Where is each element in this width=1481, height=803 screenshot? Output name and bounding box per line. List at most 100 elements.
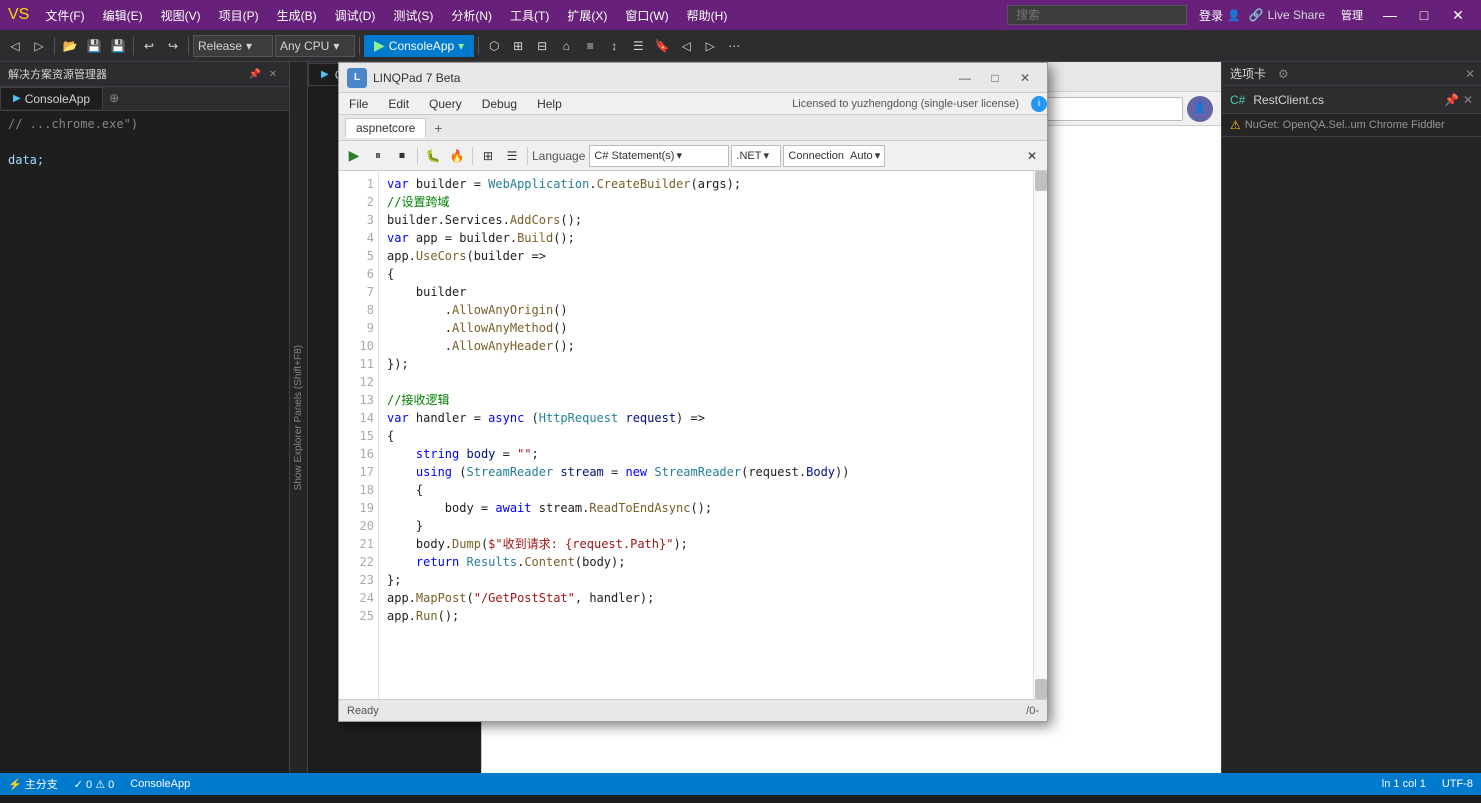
platform-chevron: ▾ xyxy=(333,39,339,53)
linqpad-logo: L xyxy=(347,68,367,88)
menu-extensions[interactable]: 扩展(X) xyxy=(559,3,615,28)
statusbar-branch[interactable]: ⚡ 主分支 xyxy=(8,776,58,792)
play-icon: ▶ xyxy=(374,37,385,54)
toolbar-btn10[interactable]: ▷ xyxy=(699,35,721,57)
editor-scrollbar[interactable] xyxy=(1033,171,1047,699)
lq-conn-chevron: ▾ xyxy=(875,149,881,162)
toolbar-btn11[interactable]: ⋯ xyxy=(723,35,745,57)
lq-dotnet-dropdown[interactable]: .NET ▾ xyxy=(731,145,781,167)
live-share-label: Live Share xyxy=(1268,8,1325,22)
panel-close-btn[interactable]: ✕ xyxy=(265,66,281,82)
toolbar-back-btn[interactable]: ◁ xyxy=(4,35,26,57)
release-dropdown[interactable]: Release ▾ xyxy=(193,35,273,57)
explorer-strip-label[interactable]: Show Explorer Panels (Shift+F8) xyxy=(293,345,304,490)
menu-project[interactable]: 项目(P) xyxy=(211,3,267,28)
vs-logo: VS xyxy=(8,6,29,24)
toolbar-btn7[interactable]: ☰ xyxy=(627,35,649,57)
toolbar-btn5[interactable]: ≡ xyxy=(579,35,601,57)
lq-debug-btn[interactable]: 🐛 xyxy=(422,145,444,167)
line-numbers: 12345 678910 1112131415 1617181920 21222… xyxy=(339,171,379,699)
toolbar-redo-btn[interactable]: ↪ xyxy=(162,35,184,57)
solution-panel-titlebar: 解决方案资源管理器 📌 ✕ xyxy=(0,62,289,87)
sep1 xyxy=(54,37,55,55)
close-btn[interactable]: ✕ xyxy=(1443,5,1473,25)
right-panel-pin-btn[interactable]: 📌 xyxy=(1444,93,1459,107)
lq-fire-btn[interactable]: 🔥 xyxy=(446,145,468,167)
browser-profile-btn[interactable]: 👤 xyxy=(1187,96,1213,122)
vs-code-line1: // ...chrome.exe") xyxy=(8,115,281,133)
lq-menu-edit[interactable]: Edit xyxy=(378,95,419,113)
panel-titlebar-btns: 📌 ✕ xyxy=(247,66,281,82)
lq-language-label: Language xyxy=(532,149,585,163)
menu-window[interactable]: 窗口(W) xyxy=(617,3,676,28)
right-panel-file-close-btn[interactable]: ✕ xyxy=(1463,93,1473,107)
menu-analyze[interactable]: 分析(N) xyxy=(443,3,500,28)
run-button[interactable]: ▶ ConsoleApp ▾ xyxy=(364,35,474,57)
lq-pause-btn[interactable]: ⏸ xyxy=(367,145,389,167)
code-line-6: { xyxy=(387,265,1025,283)
scrollbar-thumb-top xyxy=(1035,171,1047,191)
right-panel-close-btn[interactable]: ✕ xyxy=(1465,67,1475,81)
toolbar-btn1[interactable]: ⬡ xyxy=(483,35,505,57)
live-share-btn[interactable]: 🔗 Live Share xyxy=(1241,8,1333,22)
lq-language-dropdown[interactable]: C# Statement(s) ▾ xyxy=(589,145,729,167)
linqpad-maximize[interactable]: □ xyxy=(981,68,1009,88)
code-content[interactable]: var builder = WebApplication.CreateBuild… xyxy=(379,171,1033,699)
right-panel-settings-icon[interactable]: ⚙ xyxy=(1278,67,1289,81)
minimize-btn[interactable]: — xyxy=(1375,5,1405,25)
live-share-icon: 🔗 xyxy=(1249,8,1264,22)
panel-pin-btn[interactable]: 📌 xyxy=(247,66,263,82)
manage-btn[interactable]: 管理 xyxy=(1341,7,1363,23)
toolbar-open-btn[interactable]: 📂 xyxy=(59,35,81,57)
menu-build[interactable]: 生成(B) xyxy=(269,3,325,28)
toolbar-save-btn[interactable]: 💾 xyxy=(83,35,105,57)
linqpad-editor: 12345 678910 1112131415 1617181920 21222… xyxy=(339,171,1047,699)
code-line-20: } xyxy=(387,517,1025,535)
code-line-18: { xyxy=(387,481,1025,499)
toolbar-btn4[interactable]: ⌂ xyxy=(555,35,577,57)
lq-grid2-btn[interactable]: ☰ xyxy=(501,145,523,167)
linqpad-new-tab[interactable]: + xyxy=(428,118,448,138)
linqpad-minimize[interactable]: — xyxy=(951,68,979,88)
menu-help[interactable]: 帮助(H) xyxy=(679,3,736,28)
lq-menu-help[interactable]: Help xyxy=(527,95,572,113)
code-line-24: app.MapPost("/GetPostStat", handler); xyxy=(387,589,1025,607)
code-line-11: }); xyxy=(387,355,1025,373)
toolbar-btn8[interactable]: 🔖 xyxy=(651,35,673,57)
lq-menu-file[interactable]: File xyxy=(339,95,378,113)
toolbar-forward-btn[interactable]: ▷ xyxy=(28,35,50,57)
vs-search-input[interactable] xyxy=(1007,5,1187,25)
linqpad-close[interactable]: ✕ xyxy=(1011,68,1039,88)
code-line-25: app.Run(); xyxy=(387,607,1025,625)
menu-file[interactable]: 文件(F) xyxy=(37,3,92,28)
platform-dropdown[interactable]: Any CPU ▾ xyxy=(275,35,355,57)
toolbar-undo-btn[interactable]: ↩ xyxy=(138,35,160,57)
lq-grid1-btn[interactable]: ⊞ xyxy=(477,145,499,167)
lq-connection-dropdown[interactable]: Connection Auto ▾ xyxy=(783,145,885,167)
menu-test[interactable]: 测试(S) xyxy=(385,3,441,28)
menu-edit[interactable]: 编辑(E) xyxy=(95,3,151,28)
toolbar-btn3[interactable]: ⊟ xyxy=(531,35,553,57)
lq-stop-btn[interactable]: ⏹ xyxy=(391,145,413,167)
toolbar-btn2[interactable]: ⊞ xyxy=(507,35,529,57)
toolbar-btn6[interactable]: ↕ xyxy=(603,35,625,57)
code-line-12 xyxy=(387,373,1025,391)
toolbar-saveall-btn[interactable]: 💾 xyxy=(107,35,129,57)
maximize-btn[interactable]: □ xyxy=(1409,5,1439,25)
run-label: ConsoleApp xyxy=(389,39,454,53)
tab-consolapp[interactable]: ▶ ConsoleApp xyxy=(0,87,103,109)
lq-menu-query[interactable]: Query xyxy=(419,95,472,113)
lq-license: Licensed to yuzhengdong (single-user lic… xyxy=(784,98,1027,110)
menu-tools[interactable]: 工具(T) xyxy=(502,3,557,28)
linqpad-query-tab[interactable]: aspnetcore xyxy=(345,118,426,138)
tab-add-btn[interactable]: ⊕ xyxy=(103,87,125,109)
vs-user[interactable]: 登录 xyxy=(1199,7,1223,24)
lq-run-btn[interactable]: ▶ xyxy=(343,145,365,167)
lq-menu-debug[interactable]: Debug xyxy=(472,95,527,113)
code-line-16: string body = ""; xyxy=(387,445,1025,463)
right-panel-tab-label[interactable]: 选项卡 xyxy=(1222,65,1274,82)
menu-view[interactable]: 视图(V) xyxy=(153,3,209,28)
toolbar-btn9[interactable]: ◁ xyxy=(675,35,697,57)
menu-debug[interactable]: 调试(D) xyxy=(327,3,384,28)
lq-close-btn[interactable]: ✕ xyxy=(1021,145,1043,167)
